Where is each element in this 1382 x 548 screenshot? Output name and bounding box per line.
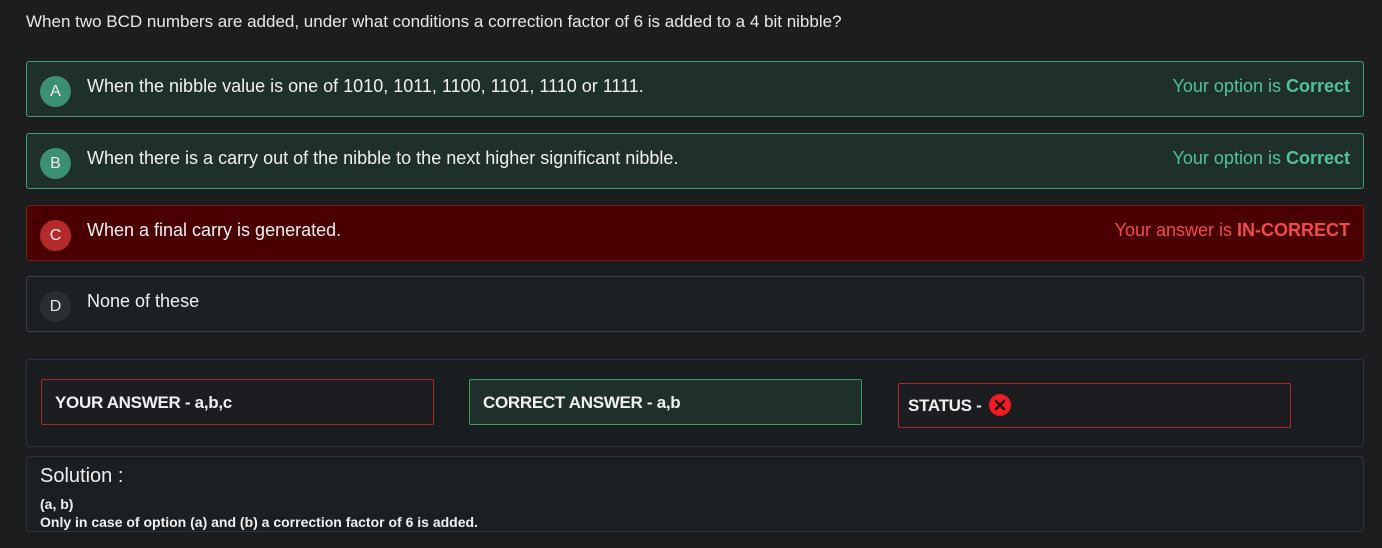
option-verdict-a: Your option is Correct: [1172, 76, 1350, 96]
option-d[interactable]: D None of these: [26, 276, 1364, 332]
solution-title: Solution :: [40, 465, 124, 487]
option-verdict-c: Your answer is IN-CORRECT: [1114, 220, 1350, 240]
option-verdict-b: Your option is Correct: [1172, 148, 1350, 168]
status-box: STATUS -: [898, 383, 1291, 428]
x-circle-icon: [988, 393, 1011, 416]
option-letter-c: C: [40, 220, 71, 251]
solution-panel: Solution : (a, b) Only in case of option…: [26, 456, 1364, 532]
option-letter-a: A: [40, 76, 71, 107]
option-b[interactable]: B When there is a carry out of the nibbl…: [26, 133, 1364, 189]
option-letter-d: D: [40, 291, 71, 322]
answer-summary: YOUR ANSWER - a,b,c CORRECT ANSWER - a,b…: [26, 359, 1364, 447]
option-a[interactable]: A When the nibble value is one of 1010, …: [26, 61, 1364, 117]
option-c[interactable]: C When a final carry is generated. Your …: [26, 205, 1364, 261]
status-label: STATUS -: [908, 396, 986, 415]
option-text-b: When there is a carry out of the nibble …: [87, 148, 679, 168]
solution-answer: (a, b): [40, 496, 74, 512]
correct-answer-box: CORRECT ANSWER - a,b: [469, 379, 862, 425]
solution-explanation: Only in case of option (a) and (b) a cor…: [40, 514, 478, 530]
option-text-d: None of these: [87, 291, 200, 311]
your-answer-box: YOUR ANSWER - a,b,c: [41, 379, 434, 425]
question-text: When two BCD numbers are added, under wh…: [26, 12, 842, 31]
option-letter-b: B: [40, 148, 71, 179]
option-text-a: When the nibble value is one of 1010, 10…: [87, 76, 644, 96]
option-text-c: When a final carry is generated.: [87, 220, 342, 240]
